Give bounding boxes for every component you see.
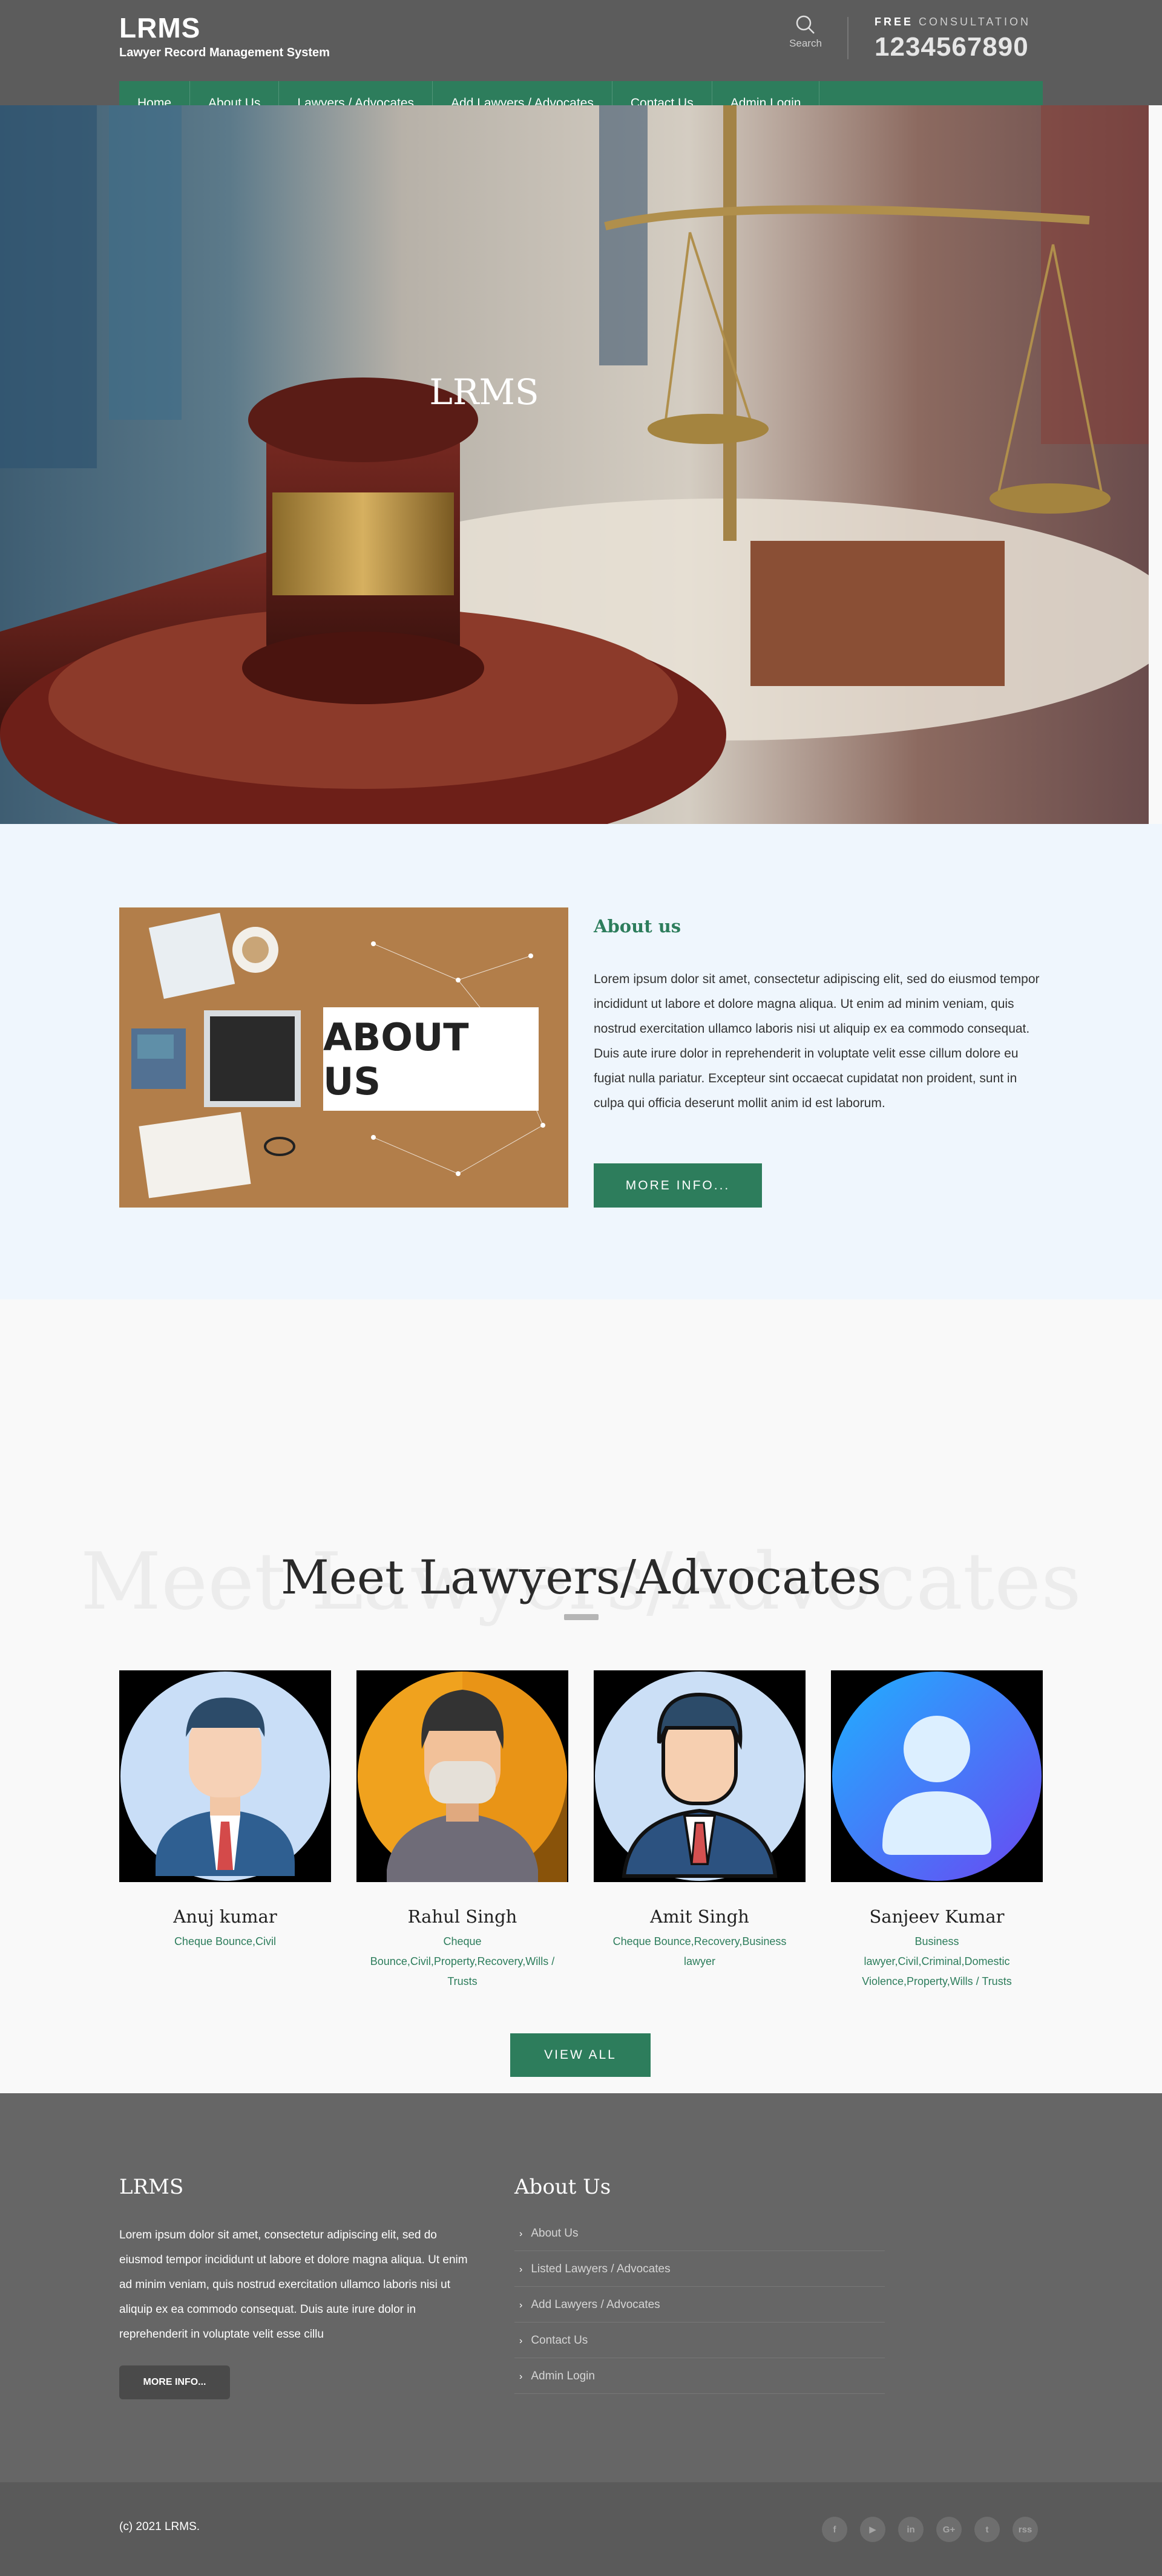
header-divider (847, 17, 849, 59)
lawyer-name[interactable]: Anuj kumar (119, 1906, 331, 1927)
footer-link-about-us[interactable]: › About Us (514, 2215, 885, 2251)
footer-links: › About Us › Listed Lawyers / Advocates › A… (514, 2215, 885, 2394)
lawyer-card[interactable]: Anuj kumar Cheque Bounce,Civil (119, 1670, 331, 1952)
title-underline (564, 1614, 599, 1620)
lawyer-name[interactable]: Amit Singh (594, 1906, 806, 1927)
consultation-block: FREE CONSULTATION 1234567890 (875, 16, 1031, 62)
lawyers-section: Meet Lawyers/Advocates Meet Lawyers/Advo… (0, 1299, 1162, 2093)
search-label: Search (789, 38, 822, 49)
footer-link-contact-us[interactable]: › Contact Us (514, 2323, 885, 2358)
hero-banner: LRMS (0, 105, 1149, 824)
consultation-word: CONSULTATION (919, 16, 1031, 28)
footer-link-listed-lawyers[interactable]: › Listed Lawyers / Advocates (514, 2251, 885, 2287)
lawyer-card[interactable]: Sanjeev Kumar Business lawyer,Civil,Crim… (831, 1670, 1043, 1992)
footer-link-label: Admin Login (531, 2370, 595, 2382)
lawyer-name[interactable]: Rahul Singh (356, 1906, 568, 1927)
man-mask-avatar-icon (358, 1672, 567, 1882)
lawyer-specialties: Cheque Bounce,Recovery,Business lawyer (612, 1935, 787, 1967)
chevron-right-icon: › (519, 2300, 523, 2310)
facebook-icon[interactable]: f (822, 2517, 847, 2542)
footer-more-info-button[interactable]: MORE INFO... (119, 2365, 230, 2399)
footer-brand: LRMS (119, 2175, 184, 2199)
user-placeholder-icon (832, 1672, 1042, 1881)
chevron-right-icon: › (519, 2264, 523, 2275)
about-section: ABOUT US About us Lorem ipsum dolor sit … (0, 824, 1162, 1299)
brand-title: LRMS (119, 12, 201, 44)
about-text: Lorem ipsum dolor sit amet, consectetur … (594, 972, 1040, 1110)
twitter-icon[interactable]: t (974, 2517, 1000, 2542)
man-tie-avatar-icon (595, 1672, 804, 1881)
search-icon (796, 15, 815, 34)
man-suit-avatar-icon (120, 1672, 330, 1881)
footer-link-add-lawyers[interactable]: › Add Lawyers / Advocates (514, 2287, 885, 2323)
lawyer-specialties: Cheque Bounce,Civil,Property,Recovery,Wi… (370, 1935, 555, 1987)
footer-link-label: Add Lawyers / Advocates (531, 2298, 660, 2311)
consultation-phone[interactable]: 1234567890 (875, 32, 1031, 62)
youtube-icon[interactable]: ▶ (860, 2517, 885, 2542)
site-footer: LRMS Lorem ipsum dolor sit amet, consect… (0, 2093, 1162, 2482)
chevron-right-icon: › (519, 2229, 523, 2239)
footer-link-label: Listed Lawyers / Advocates (531, 2263, 671, 2275)
footer-link-label: About Us (531, 2227, 579, 2240)
brand-subtitle: Lawyer Record Management System (119, 46, 330, 59)
lawyer-avatar (594, 1670, 806, 1882)
lawyer-avatar (119, 1670, 331, 1882)
footer-text: Lorem ipsum dolor sit amet, consectetur … (119, 2229, 468, 2341)
lawyer-specialties: Cheque Bounce,Civil (174, 1935, 277, 1947)
section-title: Meet Lawyers/Advocates (280, 1551, 882, 1605)
footer-link-admin-login[interactable]: › Admin Login (514, 2358, 885, 2394)
footer-links-title: About Us (514, 2175, 611, 2199)
about-image-card: ABOUT US (323, 1007, 539, 1111)
rss-icon[interactable]: rss (1013, 2517, 1038, 2542)
consultation-label: FREE CONSULTATION (875, 16, 1031, 28)
about-heading: About us (594, 916, 681, 937)
more-info-button[interactable]: MORE INFO... (594, 1163, 762, 1208)
lawyer-avatar (356, 1670, 568, 1882)
chevron-right-icon: › (519, 2372, 523, 2382)
linkedin-icon[interactable]: in (898, 2517, 924, 2542)
search-button[interactable]: Search (784, 13, 827, 50)
consultation-free: FREE (875, 16, 914, 28)
footer-bottom-bar: (c) 2021 LRMS. f ▶ in G+ t rss (0, 2482, 1162, 2576)
hero-title: LRMS (429, 371, 539, 413)
lawyer-avatar (831, 1670, 1043, 1882)
lawyer-card[interactable]: Amit Singh Cheque Bounce,Recovery,Busine… (594, 1670, 806, 1972)
view-all-button[interactable]: VIEW ALL (510, 2033, 651, 2077)
lawyer-card[interactable]: Rahul Singh Cheque Bounce,Civil,Property… (356, 1670, 568, 1992)
brand-logo[interactable]: LRMS Lawyer Record Management System (119, 12, 330, 60)
chevron-right-icon: › (519, 2336, 523, 2346)
lawyer-name[interactable]: Sanjeev Kumar (831, 1906, 1043, 1927)
social-links: f ▶ in G+ t rss (822, 2517, 1051, 2542)
google-plus-icon[interactable]: G+ (936, 2517, 962, 2542)
footer-link-label: Contact Us (531, 2334, 588, 2347)
about-image: ABOUT US (119, 907, 568, 1208)
copyright-text: (c) 2021 LRMS. (119, 2520, 200, 2533)
lawyer-specialties: Business lawyer,Civil,Criminal,Domestic … (862, 1935, 1012, 1987)
gavel-scales-image (0, 105, 1149, 824)
